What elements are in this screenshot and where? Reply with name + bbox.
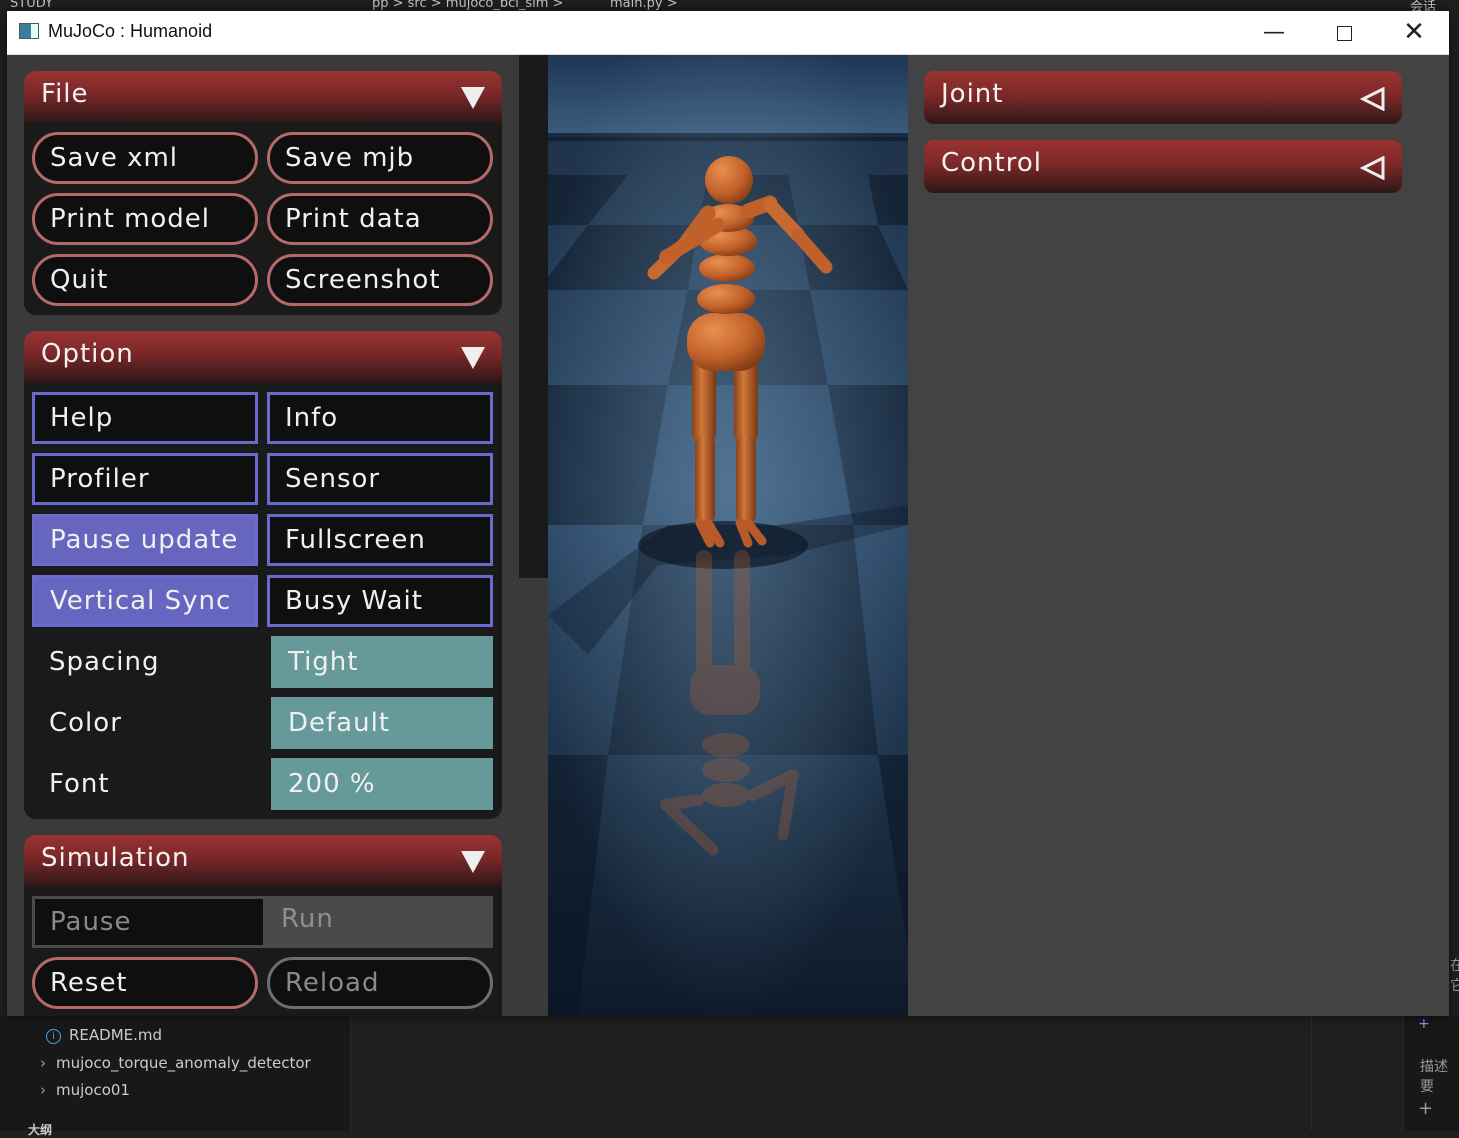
option-section-header[interactable]: Option [24,331,502,383]
help-toggle[interactable]: Help [32,392,258,444]
control-section-header[interactable]: Control [924,140,1402,193]
print-model-button[interactable]: Print model [32,193,258,245]
joint-section-header[interactable]: Joint [924,71,1402,124]
add-icon[interactable]: + [1418,1016,1430,1032]
chat-fragment: 在 [1450,958,1459,974]
collapse-arrow-icon [461,87,485,109]
pause-radio[interactable]: Pause [32,896,266,948]
quit-button[interactable]: Quit [32,254,258,306]
color-label: Color [49,708,122,738]
fullscreen-toggle[interactable]: Fullscreen [267,514,493,566]
color-select[interactable]: Default [271,697,493,749]
font-select[interactable]: 200 % [271,758,493,810]
vscode-chat-panel: + 描述要 + [1403,1016,1459,1131]
maximize-button[interactable] [1309,11,1379,54]
expand-arrow-icon [1360,156,1385,180]
profiler-toggle[interactable]: Profiler [32,453,258,505]
font-label: Font [49,769,110,799]
section-title: Joint [941,79,1004,109]
add-icon[interactable]: + [1418,1098,1433,1119]
spacing-label: Spacing [49,647,160,677]
run-radio[interactable]: Run [266,896,493,948]
tree-item-readme[interactable]: i README.md [46,1026,162,1044]
outline-header[interactable]: 大纲 [28,1121,52,1138]
vscode-explorer: i README.md › mujoco_torque_anomaly_detect… [0,1016,351,1137]
mujoco-window: MuJoCo : Humanoid — ✕ File Save xml Save… [7,11,1449,1016]
app-icon [19,23,39,39]
chevron-right-icon: › [40,1081,46,1099]
file-section-header[interactable]: File [24,71,502,123]
file-section: File Save xml Save mjb Print model Print… [24,71,502,315]
reset-button[interactable]: Reset [32,957,258,1009]
info-icon: i [46,1029,61,1044]
info-toggle[interactable]: Info [267,392,493,444]
chat-hint: 描述要 [1420,1059,1448,1095]
collapse-arrow-icon [461,347,485,369]
window-title: MuJoCo : Humanoid [48,21,213,41]
save-xml-button[interactable]: Save xml [32,132,258,184]
collapse-arrow-icon [461,851,485,873]
close-button[interactable]: ✕ [1379,11,1449,54]
explorer-title: STUDY [10,0,53,11]
print-data-button[interactable]: Print data [267,193,493,245]
spacing-select[interactable]: Tight [271,636,493,688]
client-area: File Save xml Save mjb Print model Print… [7,55,1449,1016]
section-title: File [41,79,89,109]
vscode-editor [351,1016,1401,1131]
section-title: Control [941,148,1042,178]
breadcrumb[interactable]: pp > src > mujoco_bci_sim > [372,0,563,11]
option-section: Option Help Info Profiler Sensor Pause u… [24,331,502,819]
scene-render [548,55,908,1016]
right-ui-panel: Joint Control [908,55,1449,1016]
save-mjb-button[interactable]: Save mjb [267,132,493,184]
titlebar[interactable]: MuJoCo : Humanoid — ✕ [7,11,1449,55]
reload-button[interactable]: Reload [267,957,493,1009]
3d-viewport[interactable] [548,55,908,1016]
expand-arrow-icon [1360,87,1385,111]
pause-update-toggle[interactable]: Pause update [32,514,258,566]
section-title: Simulation [41,843,190,873]
minimize-button[interactable]: — [1239,11,1309,54]
maximize-icon [1336,25,1352,41]
simulation-section: Simulation Pause Run Reset Reload [24,835,502,1016]
busy-wait-toggle[interactable]: Busy Wait [267,575,493,627]
screenshot-button[interactable]: Screenshot [267,254,493,306]
chevron-right-icon: › [40,1054,46,1072]
scrollbar-thumb[interactable] [519,55,548,578]
tree-item-folder[interactable]: › mujoco01 [40,1081,130,1099]
left-ui-panel: File Save xml Save mjb Print model Print… [7,55,519,1016]
simulation-section-header[interactable]: Simulation [24,835,502,887]
vertical-sync-toggle[interactable]: Vertical Sync [32,575,258,627]
section-title: Option [41,339,134,369]
chat-fragment: 它 [1450,978,1459,994]
breadcrumb-file[interactable]: main.py > [610,0,678,11]
sensor-toggle[interactable]: Sensor [267,453,493,505]
tree-item-folder[interactable]: › mujoco_torque_anomaly_detector [40,1054,311,1072]
